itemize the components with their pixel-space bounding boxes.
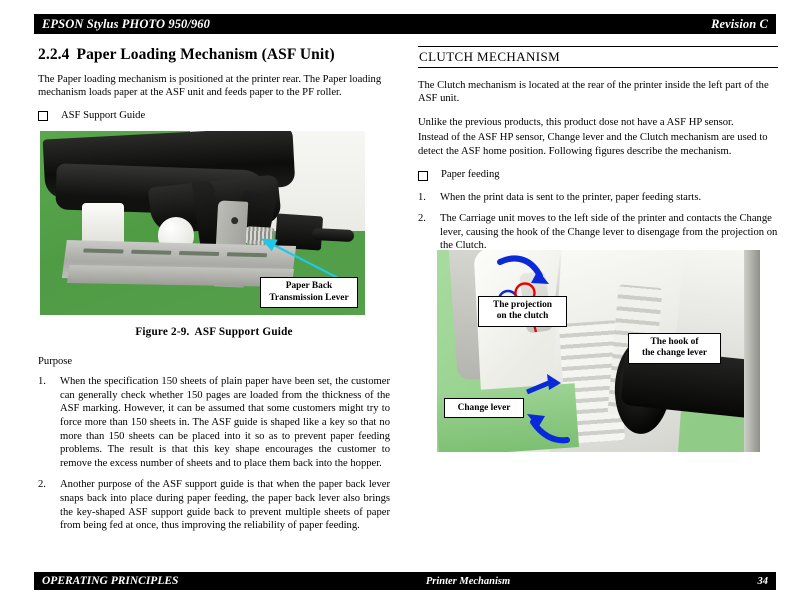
paper-feeding-step-1-number: 1. (418, 192, 426, 204)
photo2-part-right-edge (744, 250, 760, 452)
photo-part-spring (245, 226, 275, 246)
purpose-item-1-number: 1. (38, 376, 46, 388)
clutch-mechanism-heading-rule: CLUTCH MECHANISM (418, 46, 778, 68)
section-number: 2.2.4 (38, 46, 70, 63)
bullet-label: Paper feeding (441, 169, 500, 181)
figure-2-9-caption-text: ASF Support Guide (194, 326, 293, 339)
clutch-paragraph-1: The Clutch mechanism is located at the r… (418, 80, 769, 105)
purpose-item-1-text: When the specification 150 sheets of pla… (60, 376, 390, 469)
header-revision: Revision C (711, 16, 768, 31)
callout-change-lever: Change lever (444, 398, 524, 418)
callout-paper-back-transmission-lever: Paper Back Transmission Lever (260, 277, 358, 308)
bullet-paper-feeding: Paper feeding (418, 168, 778, 181)
section-intro-paragraph: The Paper loading mechanism is positione… (38, 74, 382, 99)
footer-page-number: 34 (757, 575, 769, 587)
purpose-item-1: 1. When the specification 150 sheets of … (38, 375, 390, 470)
bullet-asf-support-guide: ASF Support Guide (38, 109, 390, 122)
page-header: EPSON Stylus PHOTO 950/960 Revision C (34, 14, 776, 34)
square-bullet-icon (418, 170, 428, 181)
figure-2-9-caption: Figure 2-9. ASF Support Guide (38, 326, 390, 338)
callout-hook-of-change-lever: The hook of the change lever (628, 333, 721, 364)
callout-projection-on-clutch: The projection on the clutch (478, 296, 567, 327)
clutch-paragraph-2b: Instead of the ASF HP sensor, Change lev… (418, 132, 768, 157)
header-product-title: EPSON Stylus PHOTO 950/960 (42, 16, 211, 31)
page-footer: OPERATING PRINCIPLES Printer Mechanism 3… (34, 572, 776, 590)
paper-feeding-step-1-text: When the print data is sent to the print… (440, 192, 702, 204)
photo-part-pivot-dot (231, 216, 239, 225)
purpose-item-2-text: Another purpose of the ASF support guide… (60, 479, 390, 532)
bullet-label: ASF Support Guide (61, 109, 146, 121)
clutch-paragraph-2a: Unlike the previous products, this produ… (418, 116, 734, 128)
paper-feeding-step-2: 2. The Carriage unit moves to the left s… (418, 212, 778, 253)
callout-projection-line-2: on the clutch (496, 311, 549, 322)
purpose-item-2: 2. Another purpose of the ASF support gu… (38, 478, 390, 532)
square-bullet-icon (38, 111, 48, 122)
paper-feeding-step-2-text: The Carriage unit moves to the left side… (440, 213, 778, 252)
clutch-mechanism-heading: CLUTCH MECHANISM (419, 49, 561, 64)
footer-chapter-name: Printer Mechanism (425, 575, 511, 587)
section-title-text: Paper Loading Mechanism (ASF Unit) (76, 46, 335, 63)
section-heading: 2.2.4 Paper Loading Mechanism (ASF Unit) (38, 46, 390, 64)
paper-feeding-step-1: 1. When the print data is sent to the pr… (418, 191, 778, 205)
paper-feeding-step-2-number: 2. (418, 213, 426, 225)
footer-section-name: OPERATING PRINCIPLES (42, 575, 179, 587)
callout-projection-line-1: The projection (493, 300, 552, 310)
photo-part-black-pin (311, 227, 355, 243)
callout-hook-line-1: The hook of (650, 337, 699, 347)
figure-2-9-caption-label: Figure 2-9. (135, 326, 190, 339)
purpose-item-2-number: 2. (38, 479, 46, 491)
purpose-heading: Purpose (38, 356, 73, 368)
callout-hook-line-2: the change lever (641, 348, 708, 359)
